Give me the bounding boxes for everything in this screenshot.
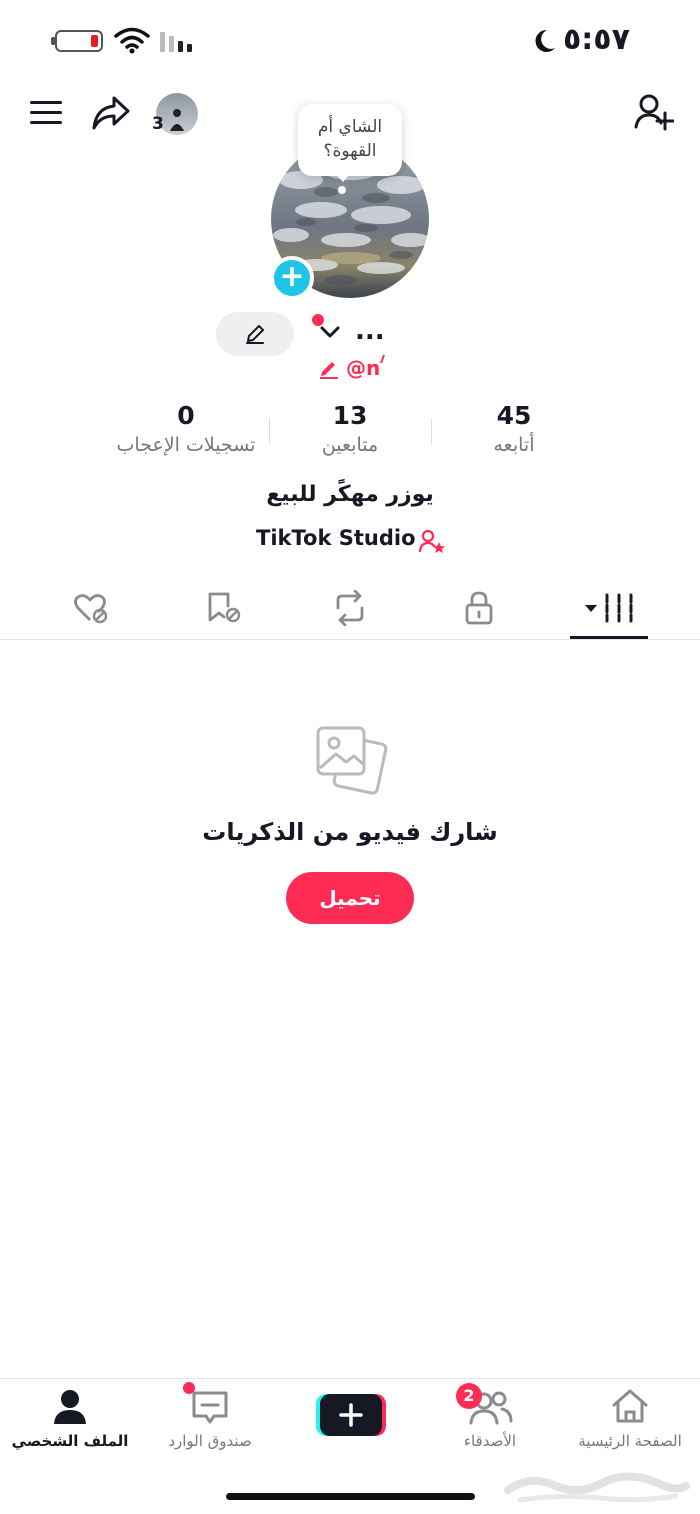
nav-home-label[interactable]: الصفحة الرئيسية (560, 1432, 700, 1450)
profile-handle[interactable]: @n (346, 356, 380, 380)
handle-mark (380, 354, 385, 364)
pencil-icon (246, 325, 264, 344)
wifi-icon (114, 27, 150, 54)
liked-icon[interactable] (74, 592, 110, 624)
upload-button[interactable]: تحميل (286, 872, 414, 924)
chevron-down-icon[interactable] (318, 322, 342, 342)
home-indicator (226, 1493, 475, 1500)
note-text-line2: القهوة؟ (323, 141, 377, 161)
haraj-watermark-logo (504, 1472, 690, 1503)
lock-icon[interactable] (464, 590, 494, 626)
repost-icon[interactable] (332, 590, 368, 626)
friends-badge: 2 (456, 1383, 482, 1409)
nav-inbox-label[interactable]: صندوق الوارد (140, 1432, 280, 1450)
share-icon[interactable] (90, 94, 132, 132)
pencil-red-icon (320, 362, 338, 379)
creator-star-icon[interactable] (418, 528, 446, 554)
profile-icon[interactable] (52, 1388, 88, 1426)
empty-state-title: شارك فيديو من الذكريات (202, 818, 498, 846)
favorites-icon[interactable] (206, 590, 242, 624)
following-count[interactable]: 45 (434, 401, 594, 430)
add-story-button[interactable]: + (270, 256, 314, 300)
videos-grid-icon[interactable] (582, 592, 636, 624)
add-friend-icon[interactable] (634, 93, 674, 131)
create-button[interactable] (316, 1392, 386, 1438)
nav-friends-label[interactable]: الأصدقاء (420, 1432, 560, 1450)
following-label: أتابعه (493, 434, 535, 456)
username: ... (355, 316, 385, 346)
likes-label: تسجيلات الإعجاب (116, 434, 256, 456)
plus-icon (316, 1394, 386, 1436)
inbox-notification-dot (183, 1382, 195, 1394)
inbox-icon[interactable] (190, 1390, 230, 1426)
tabs-divider (0, 639, 700, 640)
cellular-signal-icon (160, 32, 192, 52)
bubble-tail (336, 174, 350, 182)
photos-icon (316, 726, 388, 795)
tiktok-studio-link[interactable]: TikTok Studio (256, 526, 416, 550)
bubble-dot (338, 186, 346, 194)
followers-label: متابعين (321, 434, 379, 456)
home-icon[interactable] (610, 1388, 650, 1424)
battery-icon (51, 30, 103, 52)
bottom-nav-divider (0, 1378, 700, 1379)
note-text-line1: الشاي أم (317, 117, 383, 137)
followers-count[interactable]: 13 (270, 401, 430, 430)
edit-profile-button[interactable] (216, 312, 294, 356)
likes-count[interactable]: 0 (106, 401, 266, 430)
moon-icon (535, 29, 555, 52)
menu-icon[interactable] (28, 98, 64, 128)
status-time: ٥:٥٧ (563, 22, 630, 57)
profile-bio: يوزر مهكًر للبيع (266, 482, 434, 507)
story-count: 3 (152, 114, 164, 134)
nav-profile-label[interactable]: الملف الشخصي (0, 1432, 140, 1450)
note-bubble[interactable]: الشاي أم القهوة؟ (298, 104, 402, 176)
